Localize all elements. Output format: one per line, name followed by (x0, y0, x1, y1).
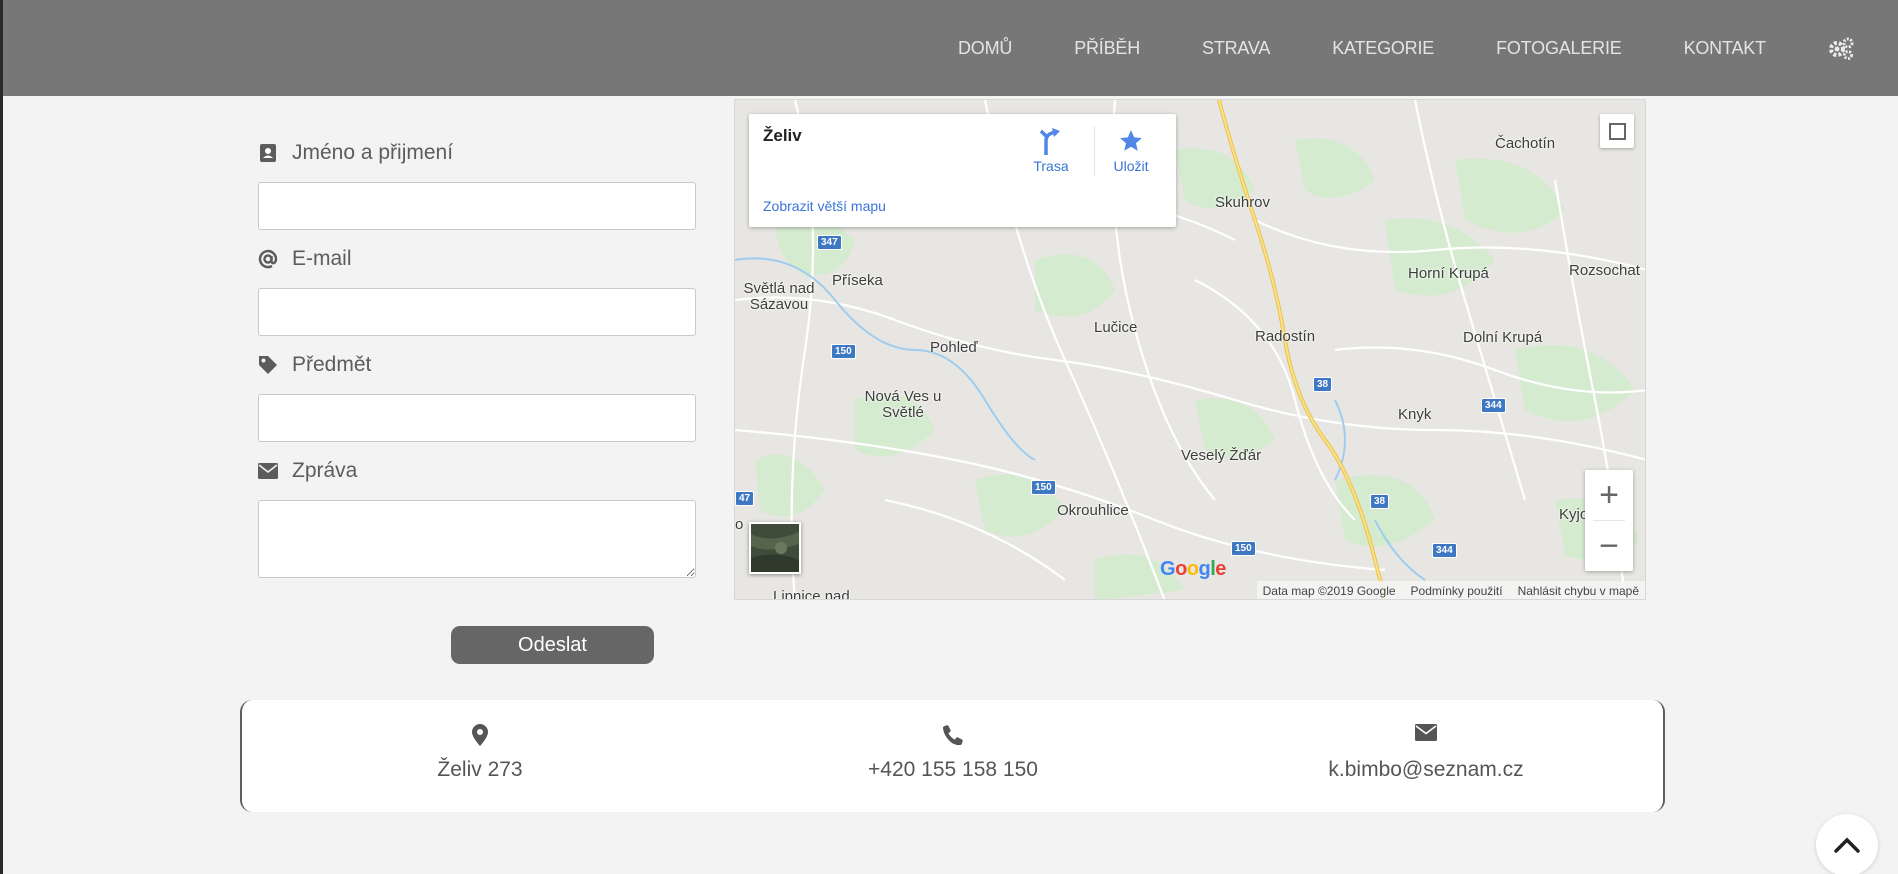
name-label: Jméno a přijmení (258, 141, 453, 165)
name-input[interactable] (258, 182, 696, 230)
place-label: Pohleď (930, 339, 978, 356)
place-label: Knyk (1398, 406, 1432, 423)
phone-text: +420 155 158 150 (868, 758, 1038, 781)
directions-icon (1021, 124, 1081, 158)
subject-label-text: Předmět (292, 353, 372, 376)
road-number-badge: 150 (831, 344, 856, 359)
name-label-text: Jméno a přijmení (292, 141, 454, 164)
main-nav: DOMŮ PŘÍBĚH STRAVA KATEGORIE FOTOGALERIE… (958, 0, 1828, 96)
google-map[interactable]: Čachotín Skuhrov Příseka Světlá nad Sáza… (734, 99, 1646, 600)
envelope-icon (258, 461, 278, 481)
directions-button[interactable]: Trasa (1021, 124, 1081, 174)
contact-address: Želiv 273 (330, 724, 630, 782)
at-sign-icon (258, 249, 278, 269)
top-navigation-bar: DOMŮ PŘÍBĚH STRAVA KATEGORIE FOTOGALERIE… (0, 0, 1898, 96)
google-logo: Google (1160, 558, 1226, 580)
nav-item-contact[interactable]: KONTAKT (1684, 38, 1766, 59)
map-report-link[interactable]: Nahlásit chybu v mapě (1518, 584, 1639, 598)
place-label: Lučice (1094, 319, 1138, 336)
satellite-thumbnail-icon (751, 524, 799, 572)
place-label: Veselý Žďár (1181, 447, 1262, 464)
address-book-icon (258, 143, 278, 163)
contact-info-bar: Želiv 273 +420 155 158 150 k.bimbo@sezna… (240, 700, 1665, 812)
zoom-out-button[interactable]: − (1585, 521, 1633, 571)
fullscreen-checkbox-icon (1609, 123, 1626, 140)
nav-item-story[interactable]: PŘÍBĚH (1074, 38, 1140, 59)
message-textarea[interactable] (258, 500, 696, 578)
subject-input[interactable] (258, 394, 696, 442)
zoom-controls: + − (1585, 470, 1633, 571)
place-label: Dolní Krupá (1463, 329, 1543, 346)
message-label-text: Zpráva (292, 459, 358, 482)
subject-label: Předmět (258, 353, 371, 377)
save-place-label: Uložit (1113, 158, 1149, 174)
chevron-up-icon (1834, 837, 1860, 853)
place-label: Čachotín (1495, 135, 1556, 152)
star-icon (1101, 124, 1161, 158)
place-label: Nová Ves u Světlé (864, 388, 942, 421)
place-label: Příseka (832, 272, 883, 289)
submit-button[interactable]: Odeslat (451, 626, 654, 664)
save-place-button[interactable]: Uložit (1101, 124, 1161, 174)
email-text[interactable]: k.bimbo@seznam.cz (1276, 758, 1576, 782)
place-label: Okrouhlice (1057, 502, 1129, 519)
road-number-badge: 344 (1432, 543, 1457, 558)
zoom-in-button[interactable]: + (1585, 470, 1633, 520)
road-number-badge: 347 (817, 235, 842, 250)
scroll-to-top-button[interactable] (1816, 814, 1878, 874)
page-left-edge (0, 96, 3, 874)
place-label: Radostín (1255, 328, 1316, 345)
road-number-badge: 150 (1231, 541, 1256, 556)
place-title: Želiv (763, 126, 802, 145)
place-label: Horní Krupá (1408, 265, 1489, 282)
place-label: Světlá nad Sázavou (743, 280, 815, 313)
road-number-badge: 150 (1031, 480, 1056, 495)
satellite-view-toggle[interactable] (749, 522, 801, 574)
larger-map-link[interactable]: Zobrazit větší mapu (763, 198, 886, 214)
message-label: Zpráva (258, 459, 357, 483)
road-number-badge: 38 (1313, 377, 1333, 392)
place-label: Rozsochat (1569, 262, 1640, 279)
nav-item-food[interactable]: STRAVA (1202, 38, 1270, 59)
tag-icon (258, 355, 278, 375)
settings-gears-icon[interactable] (1828, 36, 1854, 60)
email-input[interactable] (258, 288, 696, 336)
email-label: E-mail (258, 247, 352, 271)
road-number-badge: 47 (735, 491, 755, 506)
map-data-credit: Data map ©2019 Google (1262, 584, 1396, 598)
map-terms-link[interactable]: Podmínky použití (1411, 584, 1503, 598)
place-info-card: Želiv Trasa Uložit Zobrazit větší mapu (749, 114, 1176, 227)
map-attribution-bar: Data map ©2019 Google Podmínky použití N… (1256, 581, 1645, 599)
road-number-badge: 344 (1481, 398, 1506, 413)
info-card-divider (1094, 126, 1095, 176)
place-label: o (735, 516, 744, 533)
directions-label: Trasa (1033, 158, 1069, 174)
nav-item-home[interactable]: DOMŮ (958, 38, 1012, 59)
contact-phone: +420 155 158 150 (803, 724, 1103, 782)
contact-email: k.bimbo@seznam.cz (1276, 724, 1576, 782)
place-label: Skuhrov (1215, 194, 1271, 211)
road-number-badge: 38 (1370, 494, 1390, 509)
map-marker-icon (330, 724, 630, 746)
address-text: Želiv 273 (437, 758, 523, 781)
nav-item-categories[interactable]: KATEGORIE (1332, 38, 1434, 59)
nav-item-gallery[interactable]: FOTOGALERIE (1496, 38, 1622, 59)
email-label-text: E-mail (292, 247, 352, 270)
place-label: Lipnice nad (773, 588, 850, 600)
phone-icon (803, 724, 1103, 746)
envelope-icon (1276, 724, 1576, 746)
fullscreen-toggle[interactable] (1600, 114, 1634, 148)
